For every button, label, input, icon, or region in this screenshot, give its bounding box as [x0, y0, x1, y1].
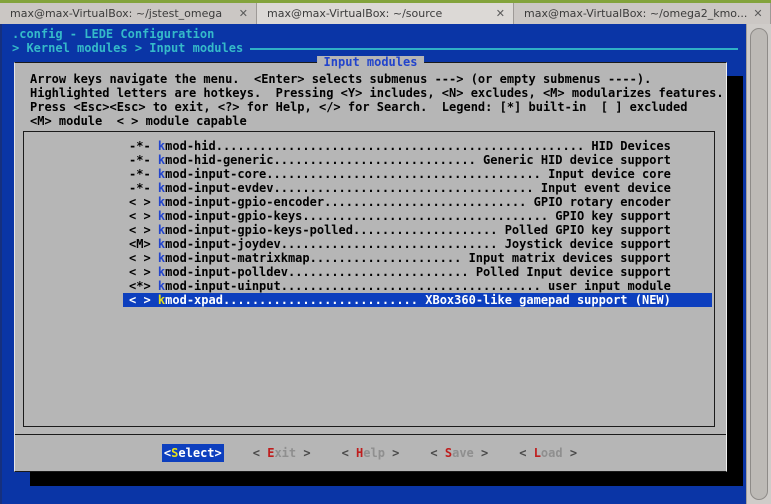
- tab-title: max@max-VirtualBox: ~/source: [267, 7, 443, 20]
- tab-omega2-kmod[interactable]: max@max-VirtualBox: ~/omega2_kmo... ✕: [514, 3, 771, 24]
- list-item-kmod-input-gpio-keys[interactable]: < > kmod-input-gpio-keys................…: [123, 209, 712, 223]
- instruction-line: Arrow keys navigate the menu. <Enter> se…: [30, 72, 652, 86]
- help-button[interactable]: < Help >: [340, 444, 402, 462]
- tab-title: max@max-VirtualBox: ~/omega2_kmo...: [524, 7, 748, 20]
- breadcrumb: > Kernel modules > Input modules: [12, 41, 244, 55]
- terminal-tab-bar: max@max-VirtualBox: ~/jstest_omega ✕ max…: [0, 3, 771, 24]
- tab-title: max@max-VirtualBox: ~/jstest_omega: [10, 7, 223, 20]
- terminal-scrollbar[interactable]: [746, 24, 771, 504]
- load-button[interactable]: < Load >: [517, 444, 579, 462]
- hotkey-letter: L: [533, 446, 541, 460]
- scrollbar-thumb[interactable]: [750, 28, 768, 500]
- tab-close-icon[interactable]: ✕: [753, 7, 762, 20]
- list-item-kmod-hid[interactable]: -*- kmod-hid............................…: [123, 139, 712, 153]
- list-item-kmod-input-core[interactable]: -*- kmod-input-core.....................…: [123, 167, 712, 181]
- tab-source[interactable]: max@max-VirtualBox: ~/source ✕: [257, 3, 514, 24]
- dialog-button-bar: <Select> < Exit > < Help > < Save > < Load >: [15, 434, 726, 471]
- instruction-line: <M> module < > module capable: [30, 114, 247, 128]
- list-item-kmod-xpad[interactable]: < > kmod-xpad...........................…: [123, 293, 712, 307]
- list-item-kmod-input-joydev[interactable]: <M> kmod-input-joydev...................…: [123, 237, 712, 251]
- tab-close-icon[interactable]: ✕: [239, 7, 248, 20]
- list-item-kmod-input-gpio-encoder[interactable]: < > kmod-input-gpio-encoder.............…: [123, 195, 712, 209]
- dialog-title: Input modules: [316, 56, 425, 69]
- menuconfig-backtitle: .config - LEDE Configuration: [12, 27, 215, 41]
- instruction-line: Press <Esc><Esc> to exit, <?> for Help, …: [30, 100, 688, 114]
- exit-button[interactable]: < Exit >: [251, 444, 313, 462]
- module-listbox: -*- kmod-hid............................…: [23, 131, 715, 427]
- tab-jstest-omega[interactable]: max@max-VirtualBox: ~/jstest_omega ✕: [0, 3, 257, 24]
- list-item-kmod-input-polldev[interactable]: < > kmod-input-polldev..................…: [123, 265, 712, 279]
- list-item-kmod-input-evdev[interactable]: -*- kmod-input-evdev....................…: [123, 181, 712, 195]
- save-button[interactable]: < Save >: [428, 444, 490, 462]
- list-item-kmod-hid-generic[interactable]: -*- kmod-hid-generic....................…: [123, 153, 712, 167]
- module-list: -*- kmod-hid............................…: [24, 132, 714, 307]
- menuconfig-breadcrumb-row: > Kernel modules > Input modules: [12, 41, 738, 55]
- input-modules-dialog: Input modules Arrow keys navigate the me…: [14, 56, 727, 472]
- select-button[interactable]: <Select>: [161, 444, 224, 462]
- list-item-kmod-input-uinput[interactable]: <*> kmod-input-uinput...................…: [123, 279, 712, 293]
- terminal-window: max@max-VirtualBox: ~/jstest_omega ✕ max…: [0, 0, 771, 504]
- list-item-kmod-input-matrixkmap[interactable]: < > kmod-input-matrixkmap...............…: [123, 251, 712, 265]
- breadcrumb-rule: [250, 47, 738, 50]
- list-item-kmod-input-gpio-keys-polled[interactable]: < > kmod-input-gpio-keys-polled.........…: [123, 223, 712, 237]
- instruction-line: Highlighted letters are hotkeys. Pressin…: [30, 86, 724, 100]
- tab-close-icon[interactable]: ✕: [496, 7, 505, 20]
- hotkey-letter: S: [444, 446, 453, 460]
- dialog-instructions: Arrow keys navigate the menu. <Enter> se…: [15, 63, 726, 128]
- terminal-screen: .config - LEDE Configuration > Kernel mo…: [0, 24, 746, 504]
